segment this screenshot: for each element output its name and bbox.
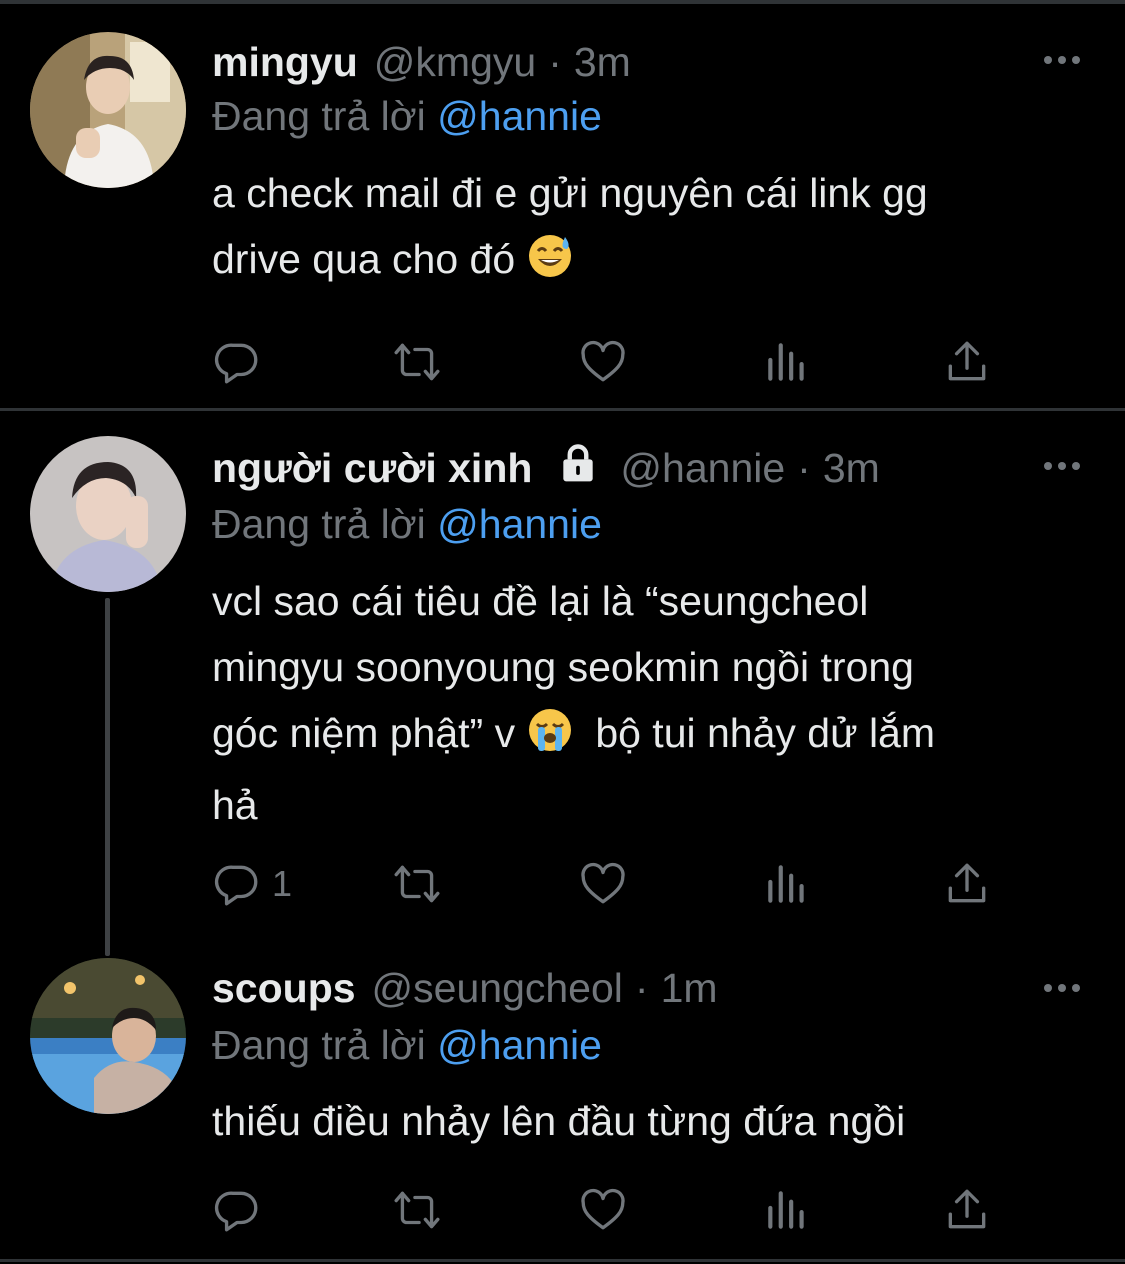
replying-to-label: Đang trả lời: [212, 1022, 426, 1068]
reply-button[interactable]: [212, 332, 262, 392]
user-handle[interactable]: @hannie: [620, 445, 785, 492]
reply-icon: [214, 865, 258, 906]
tweet-header: người cười xinh @hannie · 3m: [212, 438, 880, 498]
retweet-icon: [394, 1191, 440, 1229]
like-button[interactable]: [578, 1180, 628, 1240]
user-handle[interactable]: @seungcheol: [372, 965, 623, 1012]
tweet-header: mingyu @kmgyu · 3m: [212, 32, 631, 92]
timestamp[interactable]: 3m: [823, 445, 880, 492]
tweet-divider: [0, 408, 1125, 411]
mention-link[interactable]: @hannie: [437, 93, 602, 139]
retweet-button[interactable]: [392, 854, 442, 914]
share-icon: [948, 1189, 986, 1229]
tweet-text-line: a check mail đi e gửi nguyên cái link gg: [212, 170, 928, 216]
like-icon: [581, 862, 625, 904]
replying-to-label: Đang trả lời: [212, 93, 426, 139]
tweet-text-line: góc niệm phật” v: [212, 710, 516, 756]
lock-icon: [556, 441, 600, 495]
share-icon: [948, 863, 986, 903]
avatar[interactable]: [30, 32, 186, 188]
user-handle[interactable]: @kmgyu: [374, 39, 536, 86]
share-button[interactable]: [942, 854, 992, 914]
analytics-icon: [768, 343, 804, 381]
retweet-button[interactable]: [392, 1180, 442, 1240]
share-button[interactable]: [942, 332, 992, 392]
more-icon[interactable]: [1040, 976, 1084, 1000]
like-button[interactable]: [578, 332, 628, 392]
analytics-button[interactable]: [762, 1180, 812, 1240]
separator-dot: ·: [797, 444, 811, 491]
tweet-divider: [0, 1259, 1125, 1262]
analytics-icon: [768, 865, 804, 903]
reply-count: 1: [272, 863, 293, 904]
avatar[interactable]: [30, 958, 186, 1114]
tweet-text-line: bộ tui nhảy dử lắm: [595, 710, 936, 756]
mention-link[interactable]: @hannie: [437, 501, 602, 547]
replying-to: Đang trả lời @hannie: [212, 1022, 602, 1069]
reply-icon: [214, 1191, 258, 1232]
reply-button[interactable]: 1: [212, 854, 292, 914]
analytics-button[interactable]: [762, 854, 812, 914]
like-icon: [581, 340, 625, 382]
retweet-icon: [394, 865, 440, 903]
tweet-text-line: thiếu điều nhảy lên đầu từng đứa ngồi: [212, 1098, 906, 1144]
tweet-text-line: hả: [212, 782, 258, 828]
tweet-text-line: mingyu soonyoung seokmin ngồi trong: [212, 644, 914, 690]
tweet-text: vcl sao cái tiêu đề lại là “seungcheol m…: [212, 568, 1102, 838]
retweet-icon: [394, 343, 440, 381]
like-icon: [581, 1188, 625, 1230]
loudly-crying-emoji: [527, 706, 573, 772]
display-name[interactable]: scoups: [212, 965, 356, 1012]
tweet-text-line: drive qua cho đó: [212, 236, 516, 282]
tweet-text: thiếu điều nhảy lên đầu từng đứa ngồi: [212, 1088, 1102, 1154]
more-icon[interactable]: [1040, 48, 1084, 72]
more-icon[interactable]: [1040, 454, 1084, 478]
analytics-button[interactable]: [762, 332, 812, 392]
timestamp[interactable]: 1m: [661, 965, 718, 1012]
replying-to: Đang trả lời @hannie: [212, 501, 602, 548]
display-name[interactable]: người cười xinh: [212, 445, 532, 492]
mention-link[interactable]: @hannie: [437, 1022, 602, 1068]
timestamp[interactable]: 3m: [574, 39, 631, 86]
top-divider: [0, 0, 1125, 4]
reply-button[interactable]: [212, 1180, 262, 1240]
tweet-header: scoups @seungcheol · 1m: [212, 958, 718, 1018]
avatar[interactable]: [30, 436, 186, 592]
reply-icon: [214, 343, 258, 384]
tweet-text: a check mail đi e gửi nguyên cái link gg…: [212, 160, 1102, 298]
grinning-sweat-emoji: [527, 232, 573, 298]
display-name[interactable]: mingyu: [212, 39, 358, 86]
replying-to-label: Đang trả lời: [212, 501, 426, 547]
action-bar: [212, 332, 1032, 392]
share-icon: [948, 341, 986, 381]
share-button[interactable]: [942, 1180, 992, 1240]
separator-dot: ·: [548, 38, 562, 85]
retweet-button[interactable]: [392, 332, 442, 392]
tweet-text-line: vcl sao cái tiêu đề lại là “seungcheol: [212, 578, 869, 624]
action-bar: 1: [212, 854, 1032, 914]
analytics-icon: [768, 1191, 804, 1229]
thread-connector: [105, 598, 110, 956]
like-button[interactable]: [578, 854, 628, 914]
separator-dot: ·: [634, 964, 649, 1011]
replying-to: Đang trả lời @hannie: [212, 93, 602, 140]
action-bar: [212, 1180, 1032, 1240]
